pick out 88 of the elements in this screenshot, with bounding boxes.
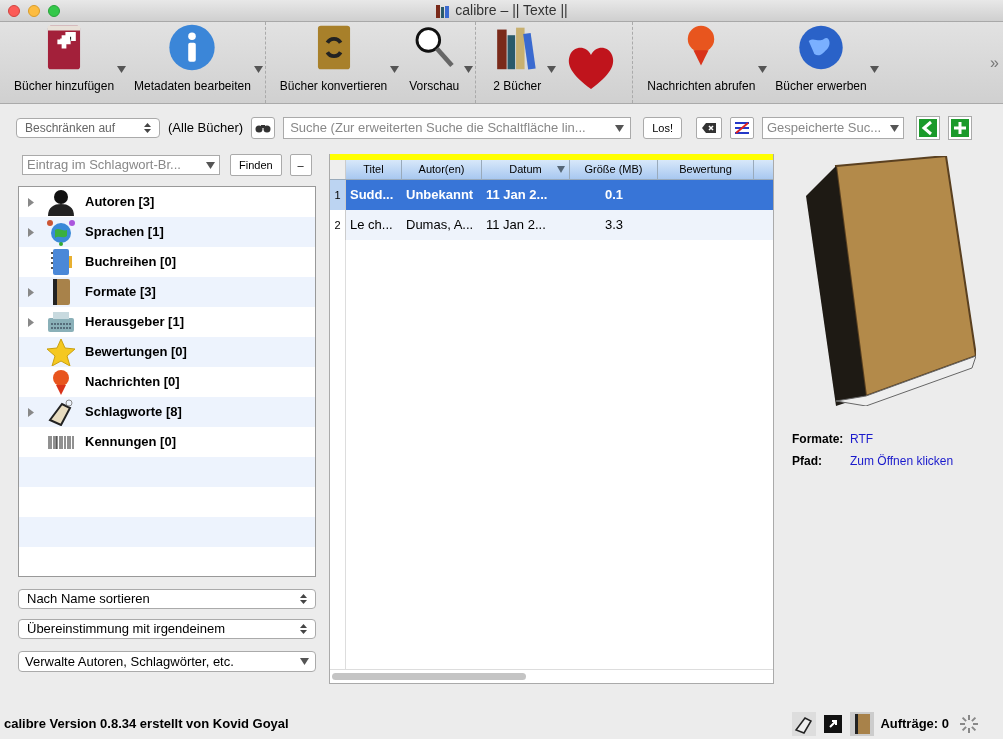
table-cell-text: 11 Jan 2...: [485, 216, 547, 235]
table-cell-text: 3.3: [603, 216, 625, 235]
caret-icon: [253, 66, 263, 73]
table-cell-text: Unbekannt: [405, 186, 475, 205]
toolbar-button[interactable]: 2 Bücher: [480, 22, 555, 103]
window-title: calibre – || Texte ||: [455, 1, 568, 20]
find-button[interactable]: Finden: [230, 154, 282, 176]
backspace-icon: [701, 123, 716, 133]
updown-arrows-icon: [144, 123, 151, 133]
updown-arrows-icon: [300, 624, 307, 634]
toolbar-button[interactable]: Vorschau: [397, 22, 472, 103]
sort-dropdown[interactable]: Nach Name sortieren: [18, 589, 316, 609]
updown-arrows-icon: [300, 594, 307, 604]
tag-category-row[interactable]: Schlagworte [8]: [19, 397, 315, 427]
tag-category-row[interactable]: Bewertungen [0]: [19, 337, 315, 367]
toolbar-button[interactable]: Bücher erwerben: [765, 22, 877, 103]
lines-icon: [733, 121, 750, 135]
tag-browser-find-field[interactable]: Eintrag im Schlagwort-Br...: [22, 155, 220, 175]
column-header[interactable]: Autor(en): [402, 160, 482, 179]
books-icon: [435, 3, 452, 18]
toolbar-button[interactable]: Bücher konvertieren: [269, 22, 398, 103]
detail-label: Pfad:: [792, 453, 823, 470]
detail-link[interactable]: Zum Öffnen klicken: [850, 452, 954, 470]
book-row[interactable]: 2 Le ch... Dumas, A... 11 Jan 2... 3.3: [330, 210, 773, 240]
expand-arrow-icon: [28, 287, 34, 297]
person-icon: [46, 188, 76, 216]
column-header[interactable]: Größe (MB): [570, 160, 658, 179]
tag-icon[interactable]: [792, 712, 817, 736]
star-icon: [46, 338, 76, 366]
header-corner: [330, 160, 346, 179]
sort-arrow-icon: [557, 166, 565, 173]
caret-icon: [390, 66, 400, 73]
book-row[interactable]: 1 Sudd... Unbekannt 11 Jan 2... 0.1: [330, 180, 773, 210]
column-header[interactable]: Bewertung: [658, 160, 754, 179]
saved-searches-field[interactable]: Gespeicherte Suc...: [761, 117, 904, 139]
collapse-button[interactable]: –: [289, 154, 312, 176]
expand-arrow-icon: [28, 227, 34, 237]
restrict-dropdown[interactable]: Beschränken auf: [16, 118, 160, 138]
row-number: 2: [330, 210, 346, 240]
binoculars-button[interactable]: [251, 117, 276, 139]
globe-network-icon: [46, 218, 76, 246]
row-number: 1: [330, 180, 346, 210]
binoculars-icon: [255, 123, 272, 133]
jobs-count[interactable]: Aufträge: 0: [880, 714, 949, 734]
restriction-label: (Alle Bücher): [168, 119, 244, 138]
caret-icon: [300, 658, 309, 665]
caret-icon: [869, 66, 879, 73]
detail-label: Formate:: [792, 431, 845, 448]
external-link-icon[interactable]: [824, 715, 843, 733]
plus-icon: [950, 119, 969, 137]
tag-category-row[interactable]: Formate [3]: [19, 277, 315, 307]
expand-arrow-icon: [28, 407, 34, 417]
column-header[interactable]: Titel: [346, 160, 402, 179]
arrow-left-icon: [918, 119, 937, 137]
highlight-toggle-button[interactable]: [729, 117, 754, 139]
status-text: calibre Version 0.8.34 erstellt von Kovid Goyal: [4, 715, 289, 734]
table-cell-text: 0.1: [603, 186, 625, 205]
horizontal-scrollbar[interactable]: [332, 673, 526, 680]
clear-search-button[interactable]: [695, 117, 722, 139]
caret-icon: [889, 124, 899, 132]
search-field[interactable]: Suche (Zur erweiterten Suche die Schaltfläche lin...: [283, 117, 632, 139]
tag-icon: [46, 398, 76, 426]
go-button[interactable]: Los!: [643, 117, 682, 139]
table-cell-text: Dumas, A...: [405, 216, 475, 235]
table-cell-text: Le ch...: [349, 216, 394, 235]
match-dropdown[interactable]: Übereinstimmung mit irgendeinem: [18, 619, 316, 639]
column-header[interactable]: Datum: [482, 160, 570, 179]
expand-arrow-icon: [28, 317, 34, 327]
close-button[interactable]: [8, 4, 20, 17]
caret-icon: [206, 161, 215, 169]
toolbar-button[interactable]: Metadaten bearbeiten: [124, 22, 261, 103]
tag-category-row[interactable]: Sprachen [1]: [19, 217, 315, 247]
book-icon[interactable]: [850, 712, 875, 736]
manage-button[interactable]: Verwalte Autoren, Schlagwörter, etc.: [18, 651, 316, 672]
caret-icon: [117, 66, 127, 73]
save-search-button[interactable]: [947, 116, 972, 140]
table-cell-text: Sudd...: [349, 186, 395, 205]
spinner-icon: [959, 714, 979, 734]
toolbar-button[interactable]: Nachrichten abrufen: [637, 22, 766, 103]
caret-icon: [615, 124, 625, 132]
toolbar-button[interactable]: Bücher hinzufügen: [4, 22, 125, 103]
table-cell-text: 11 Jan 2...: [485, 186, 549, 205]
caret-icon: [758, 66, 768, 73]
expand-arrow-icon: [28, 197, 34, 207]
caret-icon: [547, 66, 557, 73]
detail-link[interactable]: RTF: [850, 430, 874, 448]
copy-search-button[interactable]: [915, 116, 940, 140]
caret-icon: [464, 66, 474, 73]
